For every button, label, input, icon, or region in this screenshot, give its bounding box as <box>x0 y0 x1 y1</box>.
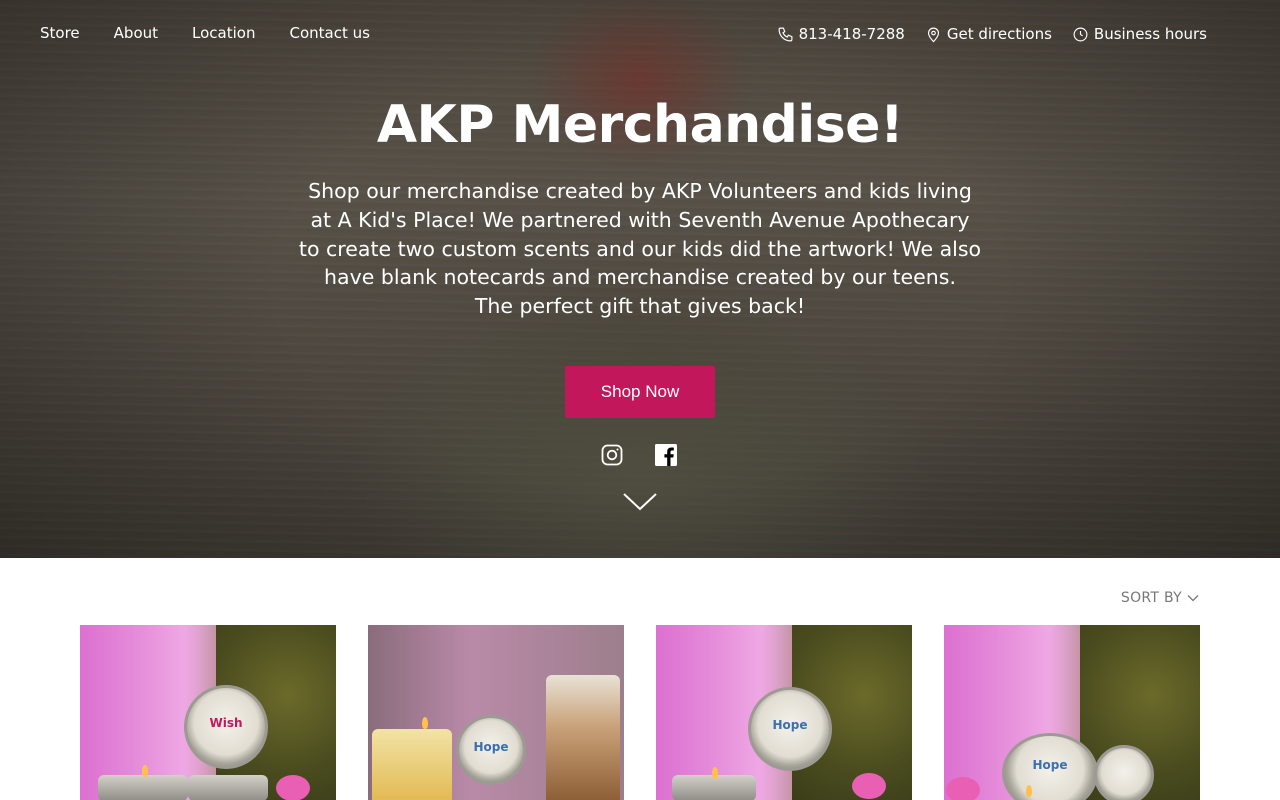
product-grid: Wish Hope Hope Hope <box>80 625 1200 800</box>
product-card[interactable]: Hope <box>656 625 912 800</box>
candle-jar <box>546 675 620 800</box>
hero-description-line: at A Kid's Place! We partnered with Seve… <box>310 207 970 232</box>
candle-flame <box>1026 785 1032 797</box>
flower-decoration <box>276 775 310 800</box>
business-hours-label: Business hours <box>1093 25 1207 43</box>
candle-flame <box>142 765 148 777</box>
nav-about[interactable]: About <box>114 22 158 44</box>
nav-location[interactable]: Location <box>192 22 255 44</box>
clock-icon <box>1073 27 1088 41</box>
candle-flame <box>422 717 428 729</box>
phone-icon <box>778 27 793 41</box>
candle-flame <box>712 767 718 779</box>
candle-tin: Hope <box>456 715 526 785</box>
directions-label: Get directions <box>946 25 1052 43</box>
phone-number: 813-418-7288 <box>798 25 905 43</box>
social-links <box>600 443 678 467</box>
hero-description-line: have blank notecards and merchandise cre… <box>324 265 956 290</box>
shop-now-button[interactable]: Shop Now <box>565 366 715 418</box>
instagram-icon[interactable] <box>600 443 624 467</box>
flower-decoration <box>852 773 886 799</box>
page-title: AKP Merchandise! <box>376 95 904 155</box>
candle-tin: Wish <box>184 685 268 769</box>
candle-tin-base <box>98 775 188 800</box>
candle-tin-label: Hope <box>473 740 509 754</box>
hero-description: Shop our merchandise created by AKP Volu… <box>290 177 990 321</box>
candle-tin-base <box>188 775 268 800</box>
flower-decoration <box>946 777 980 800</box>
candle-jar <box>372 729 452 800</box>
directions-link[interactable]: Get directions <box>925 23 1052 45</box>
product-card[interactable]: Hope <box>944 625 1200 800</box>
candle-tin-label: Wish <box>209 716 243 730</box>
facebook-icon[interactable] <box>654 443 678 467</box>
candle-tin <box>1094 745 1154 800</box>
sort-label: SORT BY <box>1120 590 1182 606</box>
nav-store[interactable]: Store <box>40 22 80 44</box>
product-card[interactable]: Wish <box>80 625 336 800</box>
sort-dropdown[interactable]: SORT BY <box>1121 590 1200 606</box>
contact-bar: 813-418-7288 Get directions Business hou… <box>777 23 1207 45</box>
top-nav: Store About Location Contact us <box>40 22 370 44</box>
product-card[interactable]: Hope <box>368 625 624 800</box>
map-pin-icon <box>927 27 939 42</box>
nav-contact-us[interactable]: Contact us <box>289 22 369 44</box>
chevron-down-icon <box>1187 595 1199 602</box>
candle-tin-label: Hope <box>772 718 808 732</box>
business-hours-link[interactable]: Business hours <box>1072 23 1207 45</box>
candle-tin-label: Hope <box>1032 758 1068 772</box>
candle-tin: Hope <box>748 687 832 771</box>
hero-description-line: Shop our merchandise created by AKP Volu… <box>308 179 972 203</box>
hero-description-line: to create two custom scents and our kids… <box>298 236 982 261</box>
chevron-down-icon[interactable] <box>622 490 658 514</box>
phone-link[interactable]: 813-418-7288 <box>777 23 905 45</box>
hero-description-line: The perfect gift that gives back! <box>474 294 806 319</box>
hero-banner: Store About Location Contact us 813-418-… <box>0 0 1280 558</box>
